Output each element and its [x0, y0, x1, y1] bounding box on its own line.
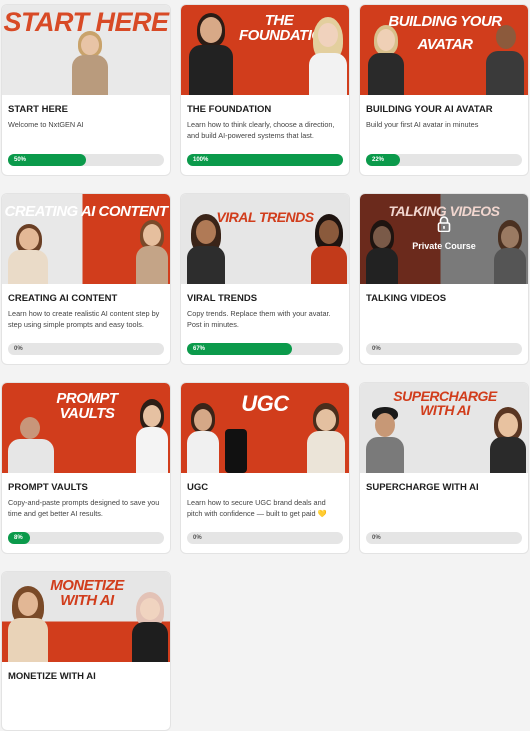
person-image — [364, 407, 406, 473]
course-description — [366, 309, 522, 331]
course-thumbnail[interactable]: VIRAL TRENDS — [181, 194, 349, 284]
person-image — [305, 403, 347, 473]
course-thumbnail[interactable]: PROMPT VAULTS — [2, 383, 170, 473]
progress-fill — [187, 154, 343, 166]
course-thumbnail[interactable]: BUILDING YOUR AVATAR — [360, 5, 528, 95]
progress-label: 50% — [14, 157, 27, 163]
course-description: Learn how to secure UGC brand deals and … — [187, 498, 327, 518]
progress-label: 22% — [372, 157, 385, 163]
progress-bar: 67% — [187, 343, 343, 355]
person-image — [484, 21, 526, 95]
person-image — [134, 399, 170, 473]
person-image — [6, 415, 56, 473]
private-course-label: Private Course — [412, 241, 476, 251]
course-card-prompt-vaults[interactable]: PROMPT VAULTS PROMPT VAULTS Copy-and-pas… — [1, 382, 171, 554]
course-title[interactable]: VIRAL TRENDS — [187, 293, 343, 304]
person-image — [309, 214, 349, 284]
progress-bar: 50% — [8, 154, 164, 166]
course-card-start-here[interactable]: START HERE START HERE Welcome to NxtGEN … — [1, 4, 171, 176]
course-thumbnail[interactable]: THE FOUNDATION — [181, 5, 349, 95]
person-image — [6, 224, 50, 284]
progress-label: 67% — [193, 346, 206, 352]
person-image — [488, 407, 528, 473]
course-thumbnail[interactable]: START HERE — [2, 5, 170, 95]
progress-bar: 8% — [8, 532, 164, 544]
clothing-image — [225, 429, 247, 473]
progress-label: 0% — [193, 535, 202, 541]
course-description: Welcome to NxtGEN AI — [8, 120, 84, 129]
course-card-building-your-ai-avatar[interactable]: BUILDING YOUR AVATAR BUILDING YOUR AI AV… — [359, 4, 529, 176]
person-image — [366, 25, 406, 95]
course-thumbnail[interactable]: TALKING VIDEOS Private Course — [360, 194, 528, 284]
course-title[interactable]: START HERE — [8, 104, 164, 115]
progress-label: 8% — [14, 535, 23, 541]
progress-bar: 100% — [187, 154, 343, 166]
course-title[interactable]: SUPERCHARGE WITH AI — [366, 482, 522, 493]
progress-bar: 0% — [8, 343, 164, 355]
thumbnail-banner-text: CREATING AI CONTENT — [4, 203, 169, 220]
course-description: Copy-and-paste prompts designed to save … — [8, 498, 160, 518]
course-title[interactable]: BUILDING YOUR AI AVATAR — [366, 104, 522, 115]
person-image — [70, 31, 110, 95]
person-image — [185, 214, 227, 284]
course-thumbnail[interactable]: MONETIZE WITH AI — [2, 572, 170, 662]
person-image — [134, 220, 170, 284]
course-card-the-foundation[interactable]: THE FOUNDATION THE FOUNDATION Learn how … — [180, 4, 350, 176]
course-title[interactable]: PROMPT VAULTS — [8, 482, 164, 493]
course-card-viral-trends[interactable]: VIRAL TRENDS VIRAL TRENDS Copy trends. R… — [180, 193, 350, 365]
course-title[interactable]: TALKING VIDEOS — [366, 293, 522, 304]
thumbnail-banner-text: PROMPT VAULTS — [56, 390, 118, 423]
progress-label: 0% — [14, 346, 23, 352]
thumbnail-banner-text: SUPERCHARGE WITH AI — [393, 388, 497, 419]
progress-label: 0% — [372, 346, 381, 352]
course-card-ugc[interactable]: UGC UGC Learn how to secure UGC brand de… — [180, 382, 350, 554]
progress-bar: 0% — [366, 343, 522, 355]
progress-bar: 22% — [366, 154, 522, 166]
progress-label: 0% — [372, 535, 381, 541]
progress-label: 100% — [193, 157, 209, 163]
person-image — [130, 592, 170, 662]
progress-bar: 0% — [366, 532, 522, 544]
course-description: Learn how to think clearly, choose a dir… — [187, 120, 335, 140]
lock-icon — [437, 216, 451, 232]
progress-bar: 0% — [187, 532, 343, 544]
thumbnail-banner-text: MONETIZE WITH AI — [50, 577, 124, 610]
course-card-talking-videos[interactable]: TALKING VIDEOS Private Course TALKING VI… — [359, 193, 529, 365]
course-description — [366, 498, 522, 520]
person-image — [307, 17, 349, 95]
person-image — [6, 586, 50, 662]
course-card-creating-ai-content[interactable]: CREATING AI CONTENT CREATING AI CONTENT … — [1, 193, 171, 365]
course-description: Learn how to create realistic AI content… — [8, 309, 160, 329]
course-card-supercharge-with-ai[interactable]: SUPERCHARGE WITH AI SUPERCHARGE WITH AI … — [359, 382, 529, 554]
person-image — [185, 403, 221, 473]
course-title[interactable]: THE FOUNDATION — [187, 104, 343, 115]
course-card-monetize-with-ai[interactable]: MONETIZE WITH AI MONETIZE WITH AI — [1, 571, 171, 731]
course-description: Copy trends. Replace them with your avat… — [187, 309, 331, 329]
course-thumbnail[interactable]: SUPERCHARGE WITH AI — [360, 383, 528, 473]
course-title[interactable]: CREATING AI CONTENT — [8, 293, 164, 304]
course-title[interactable]: MONETIZE WITH AI — [8, 671, 164, 682]
course-thumbnail[interactable]: UGC — [181, 383, 349, 473]
course-title[interactable]: UGC — [187, 482, 343, 493]
locked-overlay: Private Course — [360, 216, 528, 251]
person-image — [187, 11, 235, 95]
course-description: Build your first AI avatar in minutes — [366, 120, 479, 129]
course-thumbnail[interactable]: CREATING AI CONTENT — [2, 194, 170, 284]
